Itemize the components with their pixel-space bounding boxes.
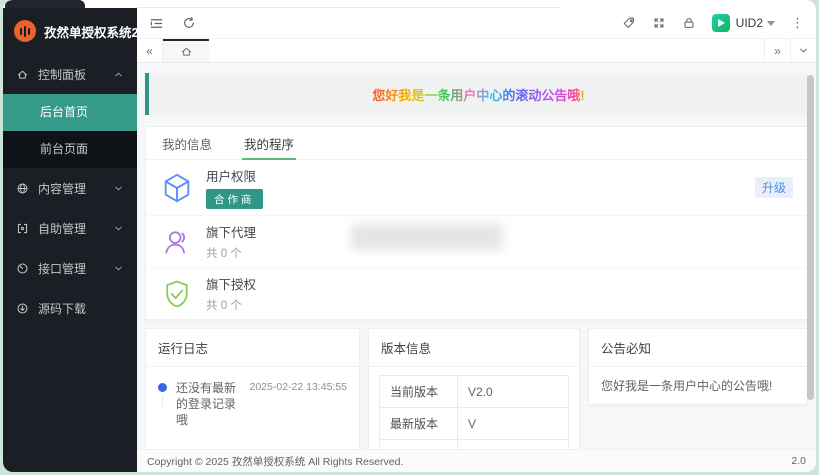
divider xyxy=(137,7,561,8)
log-entry-text: 还没有最新的登录记录哦 xyxy=(176,380,241,429)
download-circle-icon xyxy=(16,302,29,315)
sidebar-item-label: 内容管理 xyxy=(38,180,86,197)
top-edge-strip xyxy=(3,0,816,8)
chevron-down-icon xyxy=(798,45,809,56)
sidebar-subitem-frontend-page[interactable]: 前台页面 xyxy=(3,131,137,168)
item-count: 共 0 个 xyxy=(206,245,256,261)
sidebar-item-source-download[interactable]: 源码下载 xyxy=(3,288,137,328)
refresh-icon[interactable] xyxy=(182,16,196,30)
sidebar-item-label: 接口管理 xyxy=(38,260,86,277)
log-entry: 还没有最新的登录记录哦 2025-02-22 13:45:55 xyxy=(146,367,359,442)
sidebar-item-selfservice-management[interactable]: 自助管理 xyxy=(3,208,137,248)
sidebar-item-label: 源码下载 xyxy=(38,300,86,317)
copyright-text: Copyright © 2025 孜然单授权系统 All Rights Rese… xyxy=(147,454,403,469)
list-item-sub-agents: 旗下代理 共 0 个 xyxy=(146,215,807,267)
main-area: UID2 ⋮ « » xyxy=(137,8,816,472)
sidebar-item-label: 控制面板 xyxy=(38,66,86,83)
chevron-down-icon xyxy=(113,183,124,194)
username-label: UID2 xyxy=(736,16,763,30)
version-info-panel: 版本信息 当前版本 V2.0 最新版本 xyxy=(368,328,580,449)
announcement-banner: 您好我是一条用户中心的滚动公告哦! xyxy=(145,73,808,115)
component-icon xyxy=(16,222,29,235)
tab-my-programs[interactable]: 我的程序 xyxy=(242,127,296,159)
tabs-menu-button[interactable] xyxy=(790,39,816,62)
chevron-down-icon xyxy=(113,263,124,274)
notice-panel: 公告必知 您好我是一条用户中心的公告哦! xyxy=(588,328,808,405)
tabs-empty-space xyxy=(209,39,764,62)
page-content: 您好我是一条用户中心的滚动公告哦! 我的信息 我的程序 用户权限 xyxy=(137,63,816,449)
caret-down-icon xyxy=(767,21,775,26)
user-dropdown[interactable]: UID2 xyxy=(736,16,775,30)
profile-tabs: 我的信息 我的程序 xyxy=(146,127,807,160)
table-row: 更新时间 2025-02-17 xyxy=(380,440,569,450)
item-count: 共 0 个 xyxy=(206,297,256,313)
tab-home[interactable] xyxy=(163,39,209,62)
tab-bar: « » xyxy=(137,38,816,63)
panel-title: 公告必知 xyxy=(589,329,807,367)
partner-badge: 合作商 xyxy=(206,189,263,209)
home-icon xyxy=(16,68,29,81)
vertical-scrollbar[interactable] xyxy=(807,75,814,400)
cube-icon xyxy=(160,171,194,205)
users-icon xyxy=(160,225,194,259)
upgrade-link[interactable]: 升级 xyxy=(755,177,793,198)
fullscreen-icon[interactable] xyxy=(652,16,666,30)
version-row-value: 2025-02-17 xyxy=(458,440,569,450)
bar-chart-logo-icon xyxy=(14,20,36,42)
gauge-icon xyxy=(16,262,29,275)
footer-version: 2.0 xyxy=(791,455,806,467)
tabs-scroll-left-button[interactable]: « xyxy=(137,39,163,62)
panel-title: 运行日志 xyxy=(146,329,359,367)
list-item-sub-authorizations: 旗下授权 共 0 个 xyxy=(146,267,807,319)
run-log-panel: 运行日志 还没有最新的登录记录哦 2025-02-22 13:45:55 xyxy=(145,328,360,449)
chevron-up-icon xyxy=(113,69,124,80)
item-title: 旗下授权 xyxy=(206,274,256,293)
tabs-scroll-right-button[interactable]: » xyxy=(764,39,790,62)
item-title: 旗下代理 xyxy=(206,222,256,241)
sidebar-item-label: 自助管理 xyxy=(38,220,86,237)
sidebar-submenu: 后台首页 前台页面 xyxy=(3,94,137,168)
chevron-down-icon xyxy=(113,223,124,234)
screenshot-frame: 孜然单授权系统2.0 控制面板 后台首页 前台页面 内容管理 xyxy=(0,0,819,475)
toolbar: UID2 ⋮ xyxy=(137,8,816,38)
sidebar-item-control-panel[interactable]: 控制面板 xyxy=(3,54,137,94)
tab-my-info[interactable]: 我的信息 xyxy=(160,127,214,159)
globe-icon xyxy=(16,182,29,195)
version-row-label: 更新时间 xyxy=(380,440,458,450)
sidebar-subitem-backend-home[interactable]: 后台首页 xyxy=(3,94,137,131)
profile-card: 我的信息 我的程序 用户权限 合作商 升级 xyxy=(145,126,808,320)
list-item-user-permission: 用户权限 合作商 升级 xyxy=(146,160,807,215)
version-row-value: V xyxy=(458,408,569,440)
tag-icon[interactable] xyxy=(622,16,636,30)
version-row-label: 当前版本 xyxy=(380,376,458,408)
play-logo-icon xyxy=(718,19,725,27)
item-title: 用户权限 xyxy=(206,166,263,185)
notice-body: 您好我是一条用户中心的公告哦! xyxy=(589,367,807,404)
home-icon xyxy=(180,45,193,58)
sidebar: 孜然单授权系统2.0 控制面板 后台首页 前台页面 内容管理 xyxy=(3,8,137,472)
table-row: 最新版本 V xyxy=(380,408,569,440)
app-window: 孜然单授权系统2.0 控制面板 后台首页 前台页面 内容管理 xyxy=(3,0,816,472)
version-row-label: 最新版本 xyxy=(380,408,458,440)
timeline-dot-icon xyxy=(158,383,167,392)
shield-check-icon xyxy=(160,277,194,311)
scrolling-announcement-text: 您好我是一条用户中心的滚动公告哦! xyxy=(372,85,584,104)
version-table: 当前版本 V2.0 最新版本 V 更新时间 xyxy=(379,375,569,449)
more-vertical-icon[interactable]: ⋮ xyxy=(791,15,804,31)
bottom-panels: 运行日志 还没有最新的登录记录哦 2025-02-22 13:45:55 版本信… xyxy=(145,328,808,449)
lock-icon[interactable] xyxy=(682,16,696,30)
sidebar-menu: 控制面板 后台首页 前台页面 内容管理 自助管理 xyxy=(3,54,137,328)
background-window-remnant xyxy=(5,0,85,8)
panel-title: 版本信息 xyxy=(369,329,579,367)
app-title: 孜然单授权系统2.0 xyxy=(44,22,149,41)
app-logo: 孜然单授权系统2.0 xyxy=(3,8,137,54)
log-entry-time: 2025-02-22 13:45:55 xyxy=(250,381,348,393)
page-footer: Copyright © 2025 孜然单授权系统 All Rights Rese… xyxy=(137,449,816,472)
sidebar-item-api-management[interactable]: 接口管理 xyxy=(3,248,137,288)
user-avatar[interactable] xyxy=(712,14,730,32)
sidebar-item-content-management[interactable]: 内容管理 xyxy=(3,168,137,208)
fold-menu-icon[interactable] xyxy=(149,16,164,31)
version-row-value: V2.0 xyxy=(458,376,569,408)
table-row: 当前版本 V2.0 xyxy=(380,376,569,408)
